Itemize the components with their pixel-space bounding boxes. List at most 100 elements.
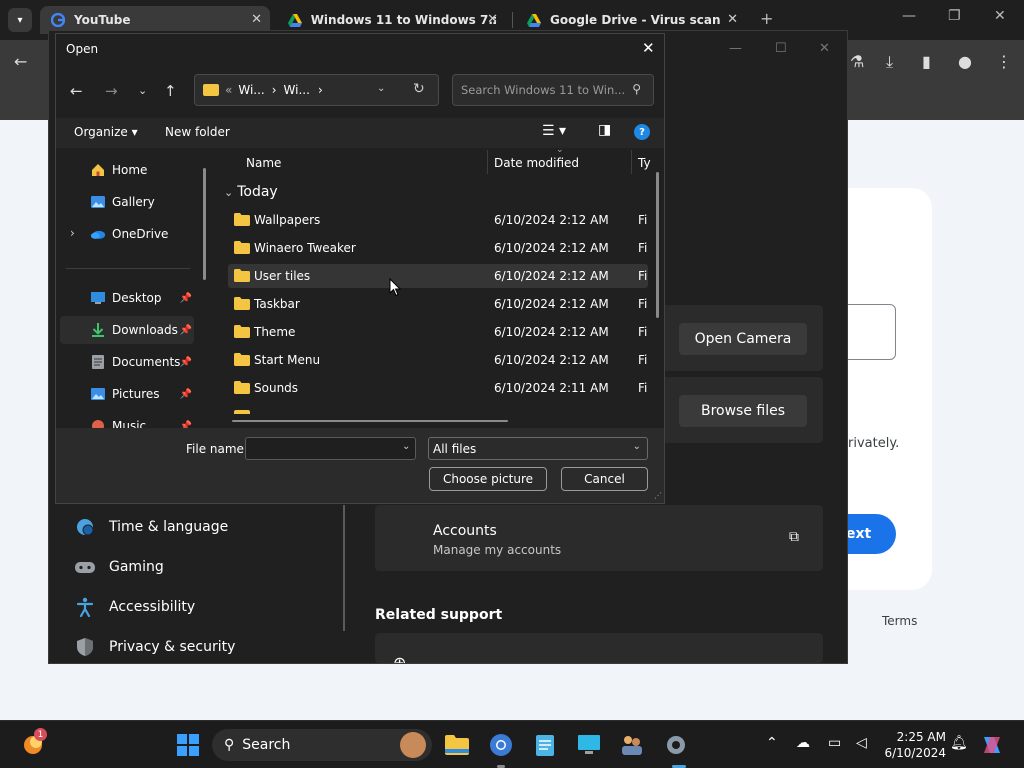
side-panel-icon[interactable]: ▮	[922, 52, 931, 71]
taskbar-search[interactable]: ⚲ Search	[212, 729, 432, 761]
google-drive-icon	[526, 12, 542, 28]
system-clock[interactable]: 2:25 AM 6/10/2024	[866, 729, 946, 761]
close-icon[interactable]: ✕	[251, 12, 262, 27]
nav-gallery[interactable]: Gallery	[60, 188, 194, 216]
file-row-start-menu[interactable]: Start Menu 6/10/2024 2:12 AM Fi	[228, 348, 648, 372]
refresh-icon[interactable]: ↻	[413, 81, 425, 97]
file-explorer-icon[interactable]	[445, 733, 469, 757]
preview-pane-icon[interactable]: ◨	[598, 122, 611, 138]
column-separator[interactable]	[487, 150, 488, 174]
close-icon[interactable]: ✕	[642, 39, 655, 57]
address-dropdown-icon[interactable]: ⌄	[377, 83, 385, 94]
chevron-right-icon[interactable]: ›	[318, 83, 323, 97]
nav-accessibility[interactable]: Accessibility	[73, 591, 195, 623]
new-folder-button[interactable]: New folder	[165, 125, 230, 139]
nav-privacy-security[interactable]: Privacy & security	[73, 631, 235, 663]
file-row-user-tiles[interactable]: User tiles 6/10/2024 2:12 AM Fi	[228, 264, 648, 288]
chevron-up-icon[interactable]: ⌃	[766, 735, 778, 751]
bell-icon[interactable]: 🔔︎	[950, 735, 968, 751]
choose-picture-label: Choose picture	[442, 472, 534, 486]
more-menu-icon[interactable]: ⋮	[996, 52, 1012, 71]
profile-icon[interactable]: ●	[958, 52, 972, 71]
up-arrow-icon[interactable]: ↑	[164, 82, 177, 100]
labs-flask-icon[interactable]: ⚗	[850, 52, 864, 71]
column-header-type[interactable]: Ty	[638, 156, 651, 170]
chrome-icon[interactable]	[489, 733, 513, 757]
nav-pictures[interactable]: Pictures 📌	[60, 380, 194, 408]
file-type-filter[interactable]: All files ⌄	[428, 437, 648, 460]
browse-files-button[interactable]: Browse files	[679, 395, 807, 427]
maximize-icon[interactable]: ☐	[775, 41, 787, 56]
nav-onedrive[interactable]: › OneDrive	[60, 220, 194, 248]
clock-date: 6/10/2024	[884, 746, 946, 760]
organize-menu[interactable]: Organize ▾	[74, 125, 138, 139]
nav-gaming[interactable]: Gaming	[73, 551, 164, 583]
nav-time-language[interactable]: Time & language	[73, 511, 228, 543]
cancel-button[interactable]: Cancel	[561, 467, 648, 491]
open-camera-button[interactable]: Open Camera	[679, 323, 807, 355]
column-separator[interactable]	[631, 150, 632, 174]
column-header-name[interactable]: Name	[246, 156, 281, 170]
help-icon[interactable]: ?	[634, 124, 650, 140]
settings-gear-icon[interactable]	[664, 733, 688, 757]
minimize-icon[interactable]: —	[902, 8, 916, 24]
accounts-card[interactable]: Accounts Manage my accounts ⧉	[375, 505, 823, 571]
maximize-icon[interactable]: ❐	[948, 8, 961, 24]
file-list-horizontal-scrollbar[interactable]	[232, 420, 508, 422]
close-icon[interactable]: ✕	[487, 12, 498, 27]
close-window-icon[interactable]: ✕	[819, 41, 830, 56]
nav-label: Documents	[112, 355, 181, 369]
view-options-icon[interactable]: ☰ ▾	[542, 123, 566, 139]
file-row-theme[interactable]: Theme 6/10/2024 2:12 AM Fi	[228, 320, 648, 344]
plus-icon[interactable]: +	[760, 9, 773, 28]
nav-music[interactable]: Music 📌	[60, 412, 194, 428]
cloud-offline-icon[interactable]: ☁	[796, 735, 810, 751]
address-bar[interactable]: « Wi... › Wi... › ⌄ ↻	[194, 74, 439, 106]
resize-grip-icon[interactable]: ⋰	[654, 491, 662, 500]
group-header-today[interactable]: ⌄ Today	[224, 184, 278, 200]
choose-picture-button[interactable]: Choose picture	[429, 467, 547, 491]
nav-downloads[interactable]: Downloads 📌	[60, 316, 194, 344]
users-icon[interactable]	[620, 733, 644, 757]
close-window-icon[interactable]: ✕	[994, 8, 1006, 24]
file-row-wallpapers[interactable]: Wallpapers 6/10/2024 2:12 AM Fi	[228, 208, 648, 232]
address-segment[interactable]: Wi...	[284, 83, 310, 97]
close-icon[interactable]: ✕	[727, 12, 738, 27]
file-row-taskbar[interactable]: Taskbar 6/10/2024 2:12 AM Fi	[228, 292, 648, 316]
nav-label: Home	[112, 163, 148, 177]
file-row-winaero-tweaker[interactable]: Winaero Tweaker 6/10/2024 2:12 AM Fi	[228, 236, 648, 260]
tab-search-button[interactable]: ▾	[8, 8, 32, 32]
nav-scrollbar[interactable]	[343, 505, 345, 631]
file-row-sounds[interactable]: Sounds 6/10/2024 2:11 AM Fi	[228, 376, 648, 400]
minimize-icon[interactable]: —	[729, 41, 742, 56]
page-input-edge[interactable]	[840, 304, 896, 360]
chevron-down-icon[interactable]: ⌄	[402, 441, 410, 452]
remote-desktop-icon[interactable]	[577, 733, 601, 757]
back-icon[interactable]: ←	[14, 52, 27, 71]
column-header-date[interactable]: Date modified	[494, 156, 579, 170]
folder-icon	[234, 269, 250, 282]
download-icon[interactable]: ⤓	[886, 52, 893, 72]
address-overflow[interactable]: «	[225, 83, 232, 97]
nav-documents[interactable]: Documents 📌	[60, 348, 194, 376]
back-arrow-icon[interactable]: ←	[70, 82, 83, 100]
terms-link[interactable]: Terms	[882, 614, 917, 628]
copilot-icon[interactable]	[980, 733, 1004, 757]
help-card[interactable]: ⊕	[375, 633, 823, 663]
start-windows-icon[interactable]	[176, 733, 200, 757]
recent-locations-chevron-icon[interactable]: ⌄	[138, 84, 147, 97]
expand-chevron-icon[interactable]: ›	[70, 226, 75, 240]
notepad-icon[interactable]	[533, 733, 557, 757]
file-list-vertical-scrollbar[interactable]	[656, 172, 659, 318]
nav-home[interactable]: Home	[60, 156, 194, 184]
nav-pane-scrollbar[interactable]	[203, 168, 206, 280]
browse-files-label: Browse files	[700, 403, 786, 419]
forward-arrow-icon[interactable]: →	[105, 82, 118, 100]
search-box[interactable]: Search Windows 11 to Win... ⚲	[452, 74, 654, 106]
organize-label: Organize	[74, 125, 128, 139]
display-icon[interactable]: ▭	[828, 735, 841, 751]
nav-desktop[interactable]: Desktop 📌	[60, 284, 194, 312]
navigation-pane: Home Gallery › OneDrive Desktop 📌 Downlo…	[56, 148, 206, 428]
address-segment[interactable]: Wi...	[238, 83, 264, 97]
file-name-input[interactable]	[245, 437, 416, 460]
